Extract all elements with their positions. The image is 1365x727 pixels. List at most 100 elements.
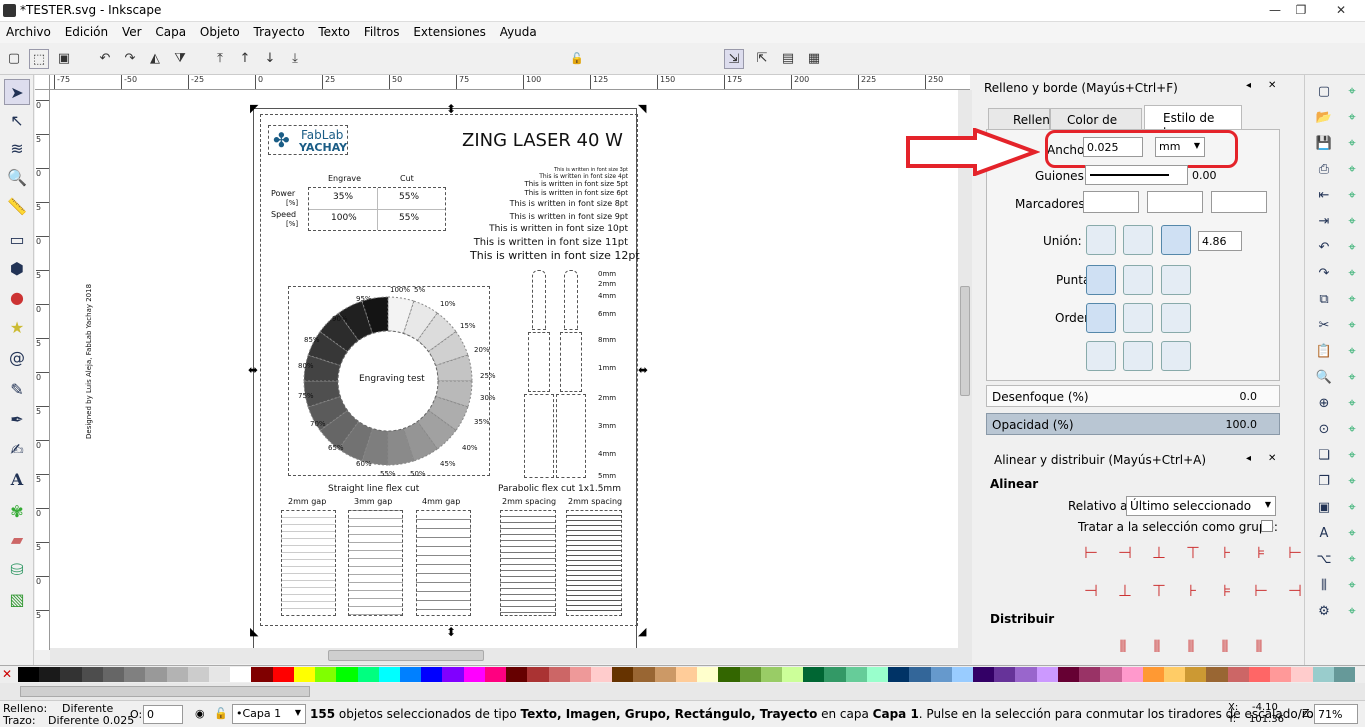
color-swatch[interactable] [378,667,401,682]
opacity-slider[interactable]: Opacidad (%) 100.0 [986,413,1280,435]
ellipse-tool-icon[interactable]: ● [4,285,30,311]
color-swatch[interactable] [18,667,40,682]
miter-limit-input[interactable] [1198,231,1242,251]
color-swatch[interactable] [782,667,804,682]
close-button[interactable]: ✕ [1322,1,1360,19]
layer-visibility-icon[interactable]: ◉ [195,707,205,720]
menu-objeto[interactable]: Objeto [196,22,244,43]
relativo-select[interactable]: Último seleccionado ▼ [1126,496,1276,516]
menu-trayecto[interactable]: Trayecto [250,22,309,43]
color-swatch[interactable] [484,667,507,682]
color-swatch[interactable] [251,667,274,682]
snap-toggle-icon[interactable]: ⌖ [1341,81,1363,103]
scale-handle-n[interactable]: ⬍ [446,102,456,116]
duplicate-icon[interactable]: ❏ [1313,445,1335,467]
color-swatch[interactable] [1057,667,1080,682]
menu-ayuda[interactable]: Ayuda [496,22,541,43]
align-button-icon[interactable]: ⊦ [1214,540,1240,566]
scale-handle-se[interactable]: ◢ [638,625,646,638]
scale-handle-ne[interactable]: ◥ [638,102,646,115]
snap-toggle-icon[interactable]: ⌖ [1341,263,1363,285]
bucket-tool-icon[interactable]: ⛁ [4,557,30,583]
color-swatch[interactable] [1333,667,1356,682]
3dbox-tool-icon[interactable]: ⬢ [4,256,30,282]
color-swatch[interactable] [888,667,910,682]
move-gradients-icon[interactable]: ▤ [778,49,798,69]
color-palette[interactable]: ✕ [0,665,1365,683]
cap-round-button[interactable] [1123,265,1153,295]
import-icon[interactable]: ⇤ [1313,185,1335,207]
color-swatch[interactable] [442,667,465,682]
color-swatch[interactable] [1121,667,1144,682]
color-swatch[interactable] [1291,667,1314,682]
align-icon[interactable]: ⫼ [1313,575,1335,597]
opacity-input[interactable] [143,705,183,724]
color-swatch[interactable] [506,667,528,682]
palette-scroll-thumb[interactable] [20,686,310,697]
color-swatch[interactable] [803,667,825,682]
color-swatch[interactable] [739,667,762,682]
snap-toggle-icon[interactable]: ⌖ [1341,497,1363,519]
align-button-icon[interactable]: ⊤ [1180,540,1206,566]
star-tool-icon[interactable]: ★ [4,315,30,341]
snap-toggle-icon[interactable]: ⌖ [1341,445,1363,467]
color-swatch[interactable] [866,667,889,682]
cut-icon[interactable]: ✂ [1313,315,1335,337]
minimize-button[interactable]: — [1262,1,1288,19]
color-swatch[interactable] [400,667,422,682]
snap-toggle-icon[interactable]: ⌖ [1341,237,1363,259]
color-swatch[interactable] [60,667,83,682]
align-button-icon[interactable]: ⊥ [1146,540,1172,566]
raise-to-top-icon[interactable]: ⤒ [210,49,230,69]
snap-toggle-icon[interactable]: ⌖ [1341,107,1363,129]
color-swatch[interactable] [951,667,974,682]
menu-texto[interactable]: Texto [314,22,354,43]
align-button-icon[interactable]: ⊧ [1248,540,1274,566]
color-swatch[interactable] [760,667,783,682]
scale-handle-s[interactable]: ⬍ [446,625,456,639]
color-swatch[interactable] [187,667,210,682]
rotate-ccw-icon[interactable]: ↶ [95,49,115,69]
color-swatch[interactable] [633,667,656,682]
scale-handle-nw[interactable]: ◤ [250,102,258,115]
snap-toggle-icon[interactable]: ⌖ [1341,133,1363,155]
order-button-2[interactable] [1123,303,1153,333]
pen-tool-icon[interactable]: ✒ [4,407,30,433]
color-swatch[interactable] [1206,667,1229,682]
snap-toggle-icon[interactable]: ⌖ [1341,523,1363,545]
color-swatch[interactable] [569,667,592,682]
color-swatch[interactable] [166,667,189,682]
color-swatch[interactable] [39,667,61,682]
color-swatch[interactable] [81,667,104,682]
tweak-tool-icon[interactable]: ≋ [4,136,30,162]
color-swatch[interactable] [272,667,295,682]
color-swatch[interactable] [994,667,1016,682]
color-swatch[interactable] [421,667,443,682]
marker-end-select[interactable] [1211,191,1267,213]
color-swatch[interactable] [102,667,125,682]
color-swatch[interactable] [845,667,868,682]
color-swatch[interactable] [1227,667,1250,682]
node-tool-icon[interactable]: ↖ [4,108,30,134]
gradient-tool-icon[interactable]: ▧ [4,587,30,613]
palette-scrollbar[interactable] [0,683,1365,700]
snap-toggle-icon[interactable]: ⌖ [1341,419,1363,441]
snap-toggle-icon[interactable]: ⌖ [1341,393,1363,415]
menu-edicion[interactable]: Edición [61,22,112,43]
color-swatch[interactable] [1036,667,1059,682]
color-swatch[interactable] [209,667,231,682]
snap-toggle-icon[interactable]: ⌖ [1341,159,1363,181]
spiral-tool-icon[interactable]: @ [4,345,30,371]
move-patterns-icon[interactable]: ▦ [804,49,824,69]
snap-toggle-icon[interactable]: ⌖ [1341,289,1363,311]
flip-vertical-icon[interactable]: ⧩ [170,49,190,69]
color-swatch[interactable] [1185,667,1207,682]
menu-archivo[interactable]: Archivo [2,22,55,43]
snap-toggle-icon[interactable]: ⌖ [1341,367,1363,389]
flip-horizontal-icon[interactable]: ◭ [145,49,165,69]
color-swatch[interactable] [1164,667,1186,682]
measure-tool-icon[interactable]: 📏 [4,194,30,220]
color-swatch[interactable] [675,667,698,682]
color-swatch[interactable] [357,667,380,682]
order-button-6[interactable] [1161,341,1191,371]
